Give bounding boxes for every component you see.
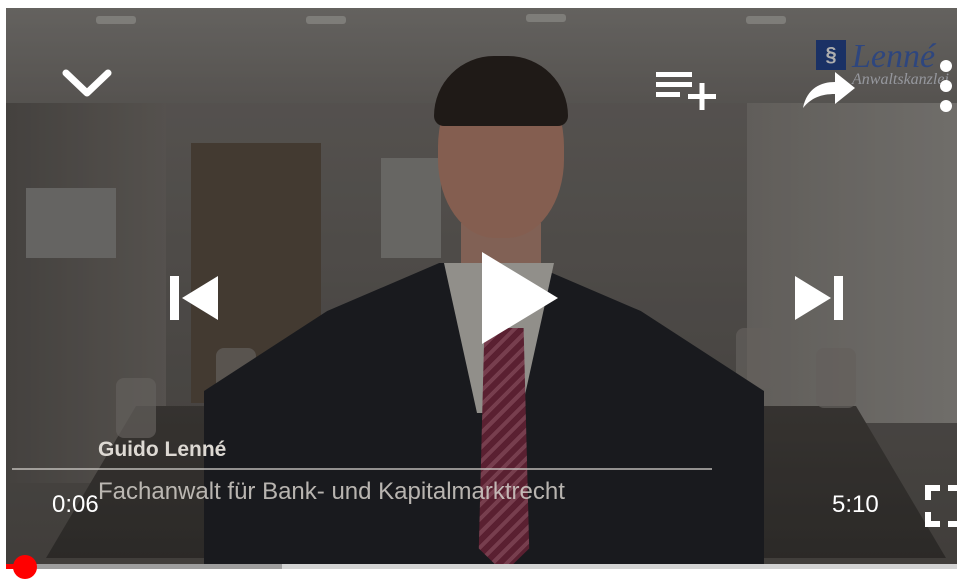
video-player[interactable]: § Lenné Anwaltskanzlei Guido Lenné Facha… <box>6 8 957 566</box>
lower-third: Guido Lenné Fachanwalt für Bank- und Kap… <box>12 438 712 506</box>
play-icon[interactable] <box>476 248 562 348</box>
seek-bar-buffered <box>6 564 282 569</box>
add-to-queue-icon[interactable] <box>654 68 718 112</box>
share-icon[interactable] <box>801 70 857 110</box>
speaker-title: Fachanwalt für Bank- und Kapitalmarktrec… <box>98 478 565 505</box>
more-vert-icon[interactable] <box>936 58 956 114</box>
seek-bar-thumb[interactable] <box>13 555 38 579</box>
total-duration: 5:10 <box>832 491 879 518</box>
skip-next-icon[interactable] <box>791 270 847 326</box>
seek-bar[interactable] <box>6 555 957 579</box>
lower-third-divider <box>12 468 712 470</box>
chevron-down-icon[interactable] <box>58 63 116 103</box>
current-time: 0:06 <box>52 491 99 518</box>
skip-previous-icon[interactable] <box>166 270 222 326</box>
fullscreen-icon[interactable] <box>924 484 957 528</box>
speaker-name: Guido Lenné <box>98 438 227 461</box>
